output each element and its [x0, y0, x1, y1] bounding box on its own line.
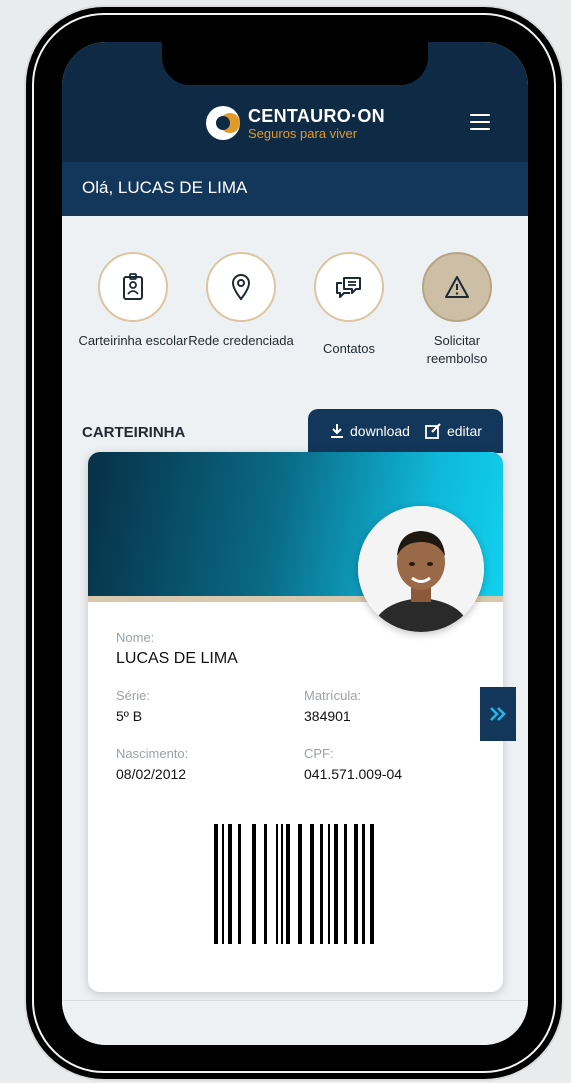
student-avatar-icon — [358, 506, 484, 632]
card-actions-tab: download editar — [308, 409, 503, 453]
brand-logo[interactable]: CENTAURO·ON Seguros para viver — [206, 106, 385, 140]
id-badge-icon — [123, 273, 143, 300]
serie-label: Série: — [116, 688, 150, 703]
brand-tagline: Seguros para viver — [248, 125, 358, 141]
bottom-bar — [62, 1000, 528, 1045]
action-solicitar-reembolso[interactable]: Solicitar reembolso — [402, 252, 512, 367]
student-id-card: Nome: LUCAS DE LIMA Série: 5º B Matrícul… — [88, 452, 503, 992]
action-label: Carteirinha escolar — [78, 333, 188, 348]
action-circle[interactable] — [314, 252, 384, 322]
app-screen: CENTAURO·ON Seguros para viver Olá, LUCA… — [62, 42, 528, 1045]
cpf-label: CPF: — [304, 746, 334, 761]
serie-value: 5º B — [116, 708, 143, 724]
download-button[interactable]: download — [329, 423, 410, 439]
name-label: Nome: — [116, 630, 155, 645]
edit-button[interactable]: editar — [424, 422, 482, 440]
section-title: CARTEIRINHA — [82, 424, 186, 441]
phone-notch — [162, 42, 428, 85]
greeting-bar: Olá, LUCAS DE LIMA — [62, 162, 528, 216]
edit-label: editar — [446, 423, 482, 439]
map-pin-icon — [231, 274, 251, 301]
action-label: Solicitar reembolso — [426, 333, 488, 366]
action-carteirinha-escolar[interactable]: Carteirinha escolar — [78, 252, 188, 350]
next-card-button[interactable] — [480, 687, 516, 741]
action-circle[interactable] — [98, 252, 168, 322]
download-icon — [331, 424, 344, 438]
matricula-label: Matrícula: — [304, 688, 362, 703]
download-label: download — [350, 423, 410, 439]
matricula-value: 384901 — [304, 708, 351, 724]
action-label: Contatos — [322, 341, 376, 356]
chat-bubbles-icon — [336, 277, 361, 298]
action-circle[interactable] — [422, 252, 492, 322]
nascimento-label: Nascimento: — [116, 746, 189, 761]
action-label: Rede credenciada — [188, 333, 294, 348]
barcode — [214, 824, 374, 944]
action-circle[interactable] — [206, 252, 276, 322]
brand-title: CENTAURO·ON — [248, 105, 385, 126]
cpf-value: 041.571.009-04 — [304, 766, 403, 782]
edit-icon — [425, 423, 441, 439]
name-value: LUCAS DE LIMA — [116, 650, 238, 667]
hamburger-menu-icon[interactable] — [470, 114, 490, 130]
action-rede-credenciada[interactable]: Rede credenciada — [186, 252, 296, 350]
logo-mark-icon — [206, 106, 240, 140]
warning-icon — [445, 276, 469, 298]
student-photo — [358, 506, 484, 632]
greeting-text: Olá, LUCAS DE LIMA — [82, 178, 248, 197]
action-contatos[interactable]: Contatos — [294, 252, 404, 358]
double-chevron-right-icon — [490, 707, 506, 721]
nascimento-value: 08/02/2012 — [116, 766, 187, 782]
